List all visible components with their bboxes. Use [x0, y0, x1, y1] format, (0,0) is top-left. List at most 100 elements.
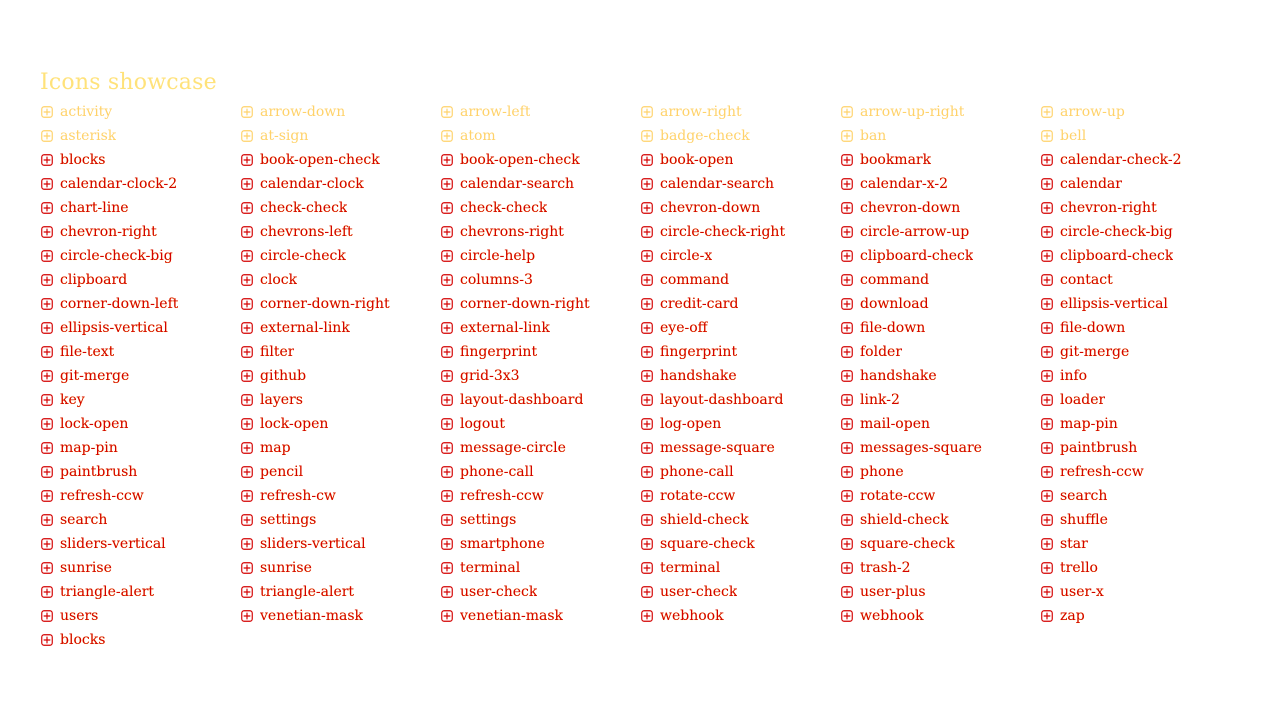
- file-down-icon: [1040, 321, 1054, 335]
- icon-item: badge-check: [640, 124, 840, 148]
- book-open-check-icon: [240, 153, 254, 167]
- map-icon: [240, 441, 254, 455]
- icon-item: folder: [840, 340, 1040, 364]
- icon-item: bell: [1040, 124, 1240, 148]
- icon-item: map: [240, 436, 440, 460]
- icon-label: loader: [1060, 392, 1106, 408]
- icon-item: smartphone: [440, 532, 640, 556]
- arrow-right-icon: [640, 105, 654, 119]
- venetian-mask-icon: [440, 609, 454, 623]
- handshake-icon: [840, 369, 854, 383]
- icon-item: clipboard-check: [840, 244, 1040, 268]
- icon-label: trash-2: [860, 560, 911, 576]
- icon-label: book-open: [660, 152, 734, 168]
- icon-item: layers: [240, 388, 440, 412]
- icon-label: badge-check: [660, 128, 750, 144]
- at-sign-icon: [240, 129, 254, 143]
- icon-label: shield-check: [660, 512, 749, 528]
- icon-item: arrow-up: [1040, 100, 1240, 124]
- icon-label: refresh-cw: [260, 488, 336, 504]
- grid-3x3-icon: [440, 369, 454, 383]
- icon-item: search: [1040, 484, 1240, 508]
- icon-label: git-merge: [1060, 344, 1130, 360]
- icon-label: sunrise: [60, 560, 112, 576]
- icon-label: chevron-down: [660, 200, 761, 216]
- circle-check-icon: [240, 249, 254, 263]
- icon-label: triangle-alert: [60, 584, 155, 600]
- terminal-icon: [640, 561, 654, 575]
- icon-item: blocks: [40, 628, 240, 652]
- icon-item: lock-open: [240, 412, 440, 436]
- icon-label: file-down: [860, 320, 926, 336]
- chevron-down-icon: [840, 201, 854, 215]
- icon-label: paintbrush: [1060, 440, 1138, 456]
- arrow-up-right-icon: [840, 105, 854, 119]
- circle-check-icon: [640, 225, 654, 239]
- icon-item: at-sign: [240, 124, 440, 148]
- icon-label: fingerprint: [460, 344, 538, 360]
- icon-item: refresh-ccw: [1040, 460, 1240, 484]
- icon-label: phone-call: [460, 464, 534, 480]
- icon-item: terminal: [440, 556, 640, 580]
- icon-item: phone: [840, 460, 1040, 484]
- columns-3-icon: [440, 273, 454, 287]
- icon-item: map-pin: [40, 436, 240, 460]
- key-icon: [40, 393, 54, 407]
- icon-item: chevron-down: [840, 196, 1040, 220]
- icon-label: arrow-up-right: [860, 104, 965, 120]
- icon-item: calendar-x-2: [840, 172, 1040, 196]
- icon-label: book-open-check: [260, 152, 380, 168]
- icon-item: corner-down-left: [40, 292, 240, 316]
- shield-check-icon: [840, 513, 854, 527]
- icon-label: lock-open: [260, 416, 329, 432]
- calendar-clock-icon: [40, 177, 54, 191]
- calendar-x-icon: [840, 177, 854, 191]
- icon-label: command: [660, 272, 730, 288]
- icon-item: circle-x: [640, 244, 840, 268]
- book-open-check-icon: [440, 153, 454, 167]
- triangle-alert-icon: [40, 585, 54, 599]
- calendar-clock-icon: [240, 177, 254, 191]
- sliders-vertical-icon: [240, 537, 254, 551]
- icon-item: trello: [1040, 556, 1240, 580]
- search-icon: [1040, 489, 1054, 503]
- icon-item: calendar: [1040, 172, 1240, 196]
- circle-check-big-icon: [1040, 225, 1054, 239]
- chevrons-right-icon: [440, 225, 454, 239]
- icon-item: star: [1040, 532, 1240, 556]
- icon-label: bell: [1060, 128, 1087, 144]
- icon-label: layers: [260, 392, 303, 408]
- icon-label: calendar: [1060, 176, 1122, 192]
- icon-item: venetian-mask: [240, 604, 440, 628]
- webhook-icon: [640, 609, 654, 623]
- icon-label: ellipsis-vertical: [1060, 296, 1168, 312]
- icon-label: webhook: [860, 608, 924, 624]
- loader-icon: [1040, 393, 1054, 407]
- icon-label: command: [860, 272, 930, 288]
- icon-label: trello: [1060, 560, 1098, 576]
- page-title: Icons showcase: [40, 70, 217, 95]
- icon-item: link-2: [840, 388, 1040, 412]
- icon-item: webhook: [640, 604, 840, 628]
- icon-item: users: [40, 604, 240, 628]
- icon-label: logout: [460, 416, 505, 432]
- circle-check-big-icon: [40, 249, 54, 263]
- icon-item: chart-line: [40, 196, 240, 220]
- icon-label: fingerprint: [660, 344, 738, 360]
- icon-item: atom: [440, 124, 640, 148]
- icon-item: circle-arrow-up: [840, 220, 1040, 244]
- icon-item: sliders-vertical: [240, 532, 440, 556]
- external-link-icon: [440, 321, 454, 335]
- icon-item: command: [640, 268, 840, 292]
- atom-icon: [440, 129, 454, 143]
- lock-open-icon: [240, 417, 254, 431]
- icon-label: pencil: [260, 464, 304, 480]
- icon-item: check-check: [440, 196, 640, 220]
- file-text-icon: [40, 345, 54, 359]
- icon-label: circle-x: [660, 248, 713, 264]
- lock-open-icon: [40, 417, 54, 431]
- icon-label: map-pin: [1060, 416, 1118, 432]
- icon-item: user-x: [1040, 580, 1240, 604]
- arrow-up-icon: [1040, 105, 1054, 119]
- icon-item: ellipsis-vertical: [1040, 292, 1240, 316]
